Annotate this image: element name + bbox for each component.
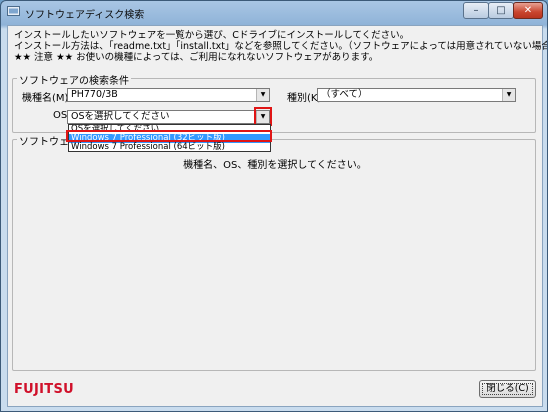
model-select[interactable]: PH770/3B ▼: [67, 88, 270, 102]
model-label: 機種名(M): [22, 93, 69, 104]
intro-text: インストールしたいソフトウェアを一覧から選び、Cドライブにインストールしてくださ…: [14, 30, 547, 63]
close-button[interactable]: 閉じる(C): [479, 380, 536, 398]
client-area: インストールしたいソフトウェアを一覧から選び、Cドライブにインストールしてくださ…: [7, 25, 547, 407]
software-list-group: ソフトウェア一: [12, 133, 536, 371]
intro-line-2: インストール方法は、「readme.txt」「install.txt」などを参照…: [14, 41, 547, 52]
os-select[interactable]: OSを選択してください ▼: [67, 110, 270, 124]
type-select[interactable]: （すべて） ▼: [317, 88, 516, 102]
intro-line-1: インストールしたいソフトウェアを一覧から選び、Cドライブにインストールしてくださ…: [14, 30, 410, 41]
app-icon: [7, 6, 20, 16]
close-window-button[interactable]: ✕: [513, 2, 543, 19]
app-window: ソフトウェアディスク検索 – □ ✕ インストールしたいソフトウェアを一覧から選…: [0, 0, 548, 412]
intro-line-3: ★★ 注意 ★★ お使いの機種によっては、ご利用になれないソフトウェアがあります…: [14, 52, 379, 63]
type-select-value: （すべて）: [321, 89, 368, 100]
os-option-highlight: [66, 130, 272, 142]
window-title: ソフトウェアディスク検索: [25, 10, 145, 21]
search-conditions-legend: ソフトウェアの検索条件: [17, 72, 131, 87]
model-select-value: PH770/3B: [71, 89, 118, 100]
title-bar[interactable]: ソフトウェアディスク検索 – □ ✕: [1, 1, 547, 23]
fujitsu-logo: FUJITSU: [14, 382, 74, 397]
chevron-down-icon[interactable]: ▼: [256, 89, 269, 101]
os-option[interactable]: Windows 7 Professional (64ビット版): [69, 143, 270, 152]
os-select-value: OSを選択してください: [71, 111, 170, 123]
software-status-text: 機種名、OS、種別を選択してください。: [183, 160, 367, 171]
minimize-button[interactable]: –: [463, 2, 489, 19]
maximize-button[interactable]: □: [488, 2, 514, 19]
chevron-down-icon[interactable]: ▼: [502, 89, 515, 101]
